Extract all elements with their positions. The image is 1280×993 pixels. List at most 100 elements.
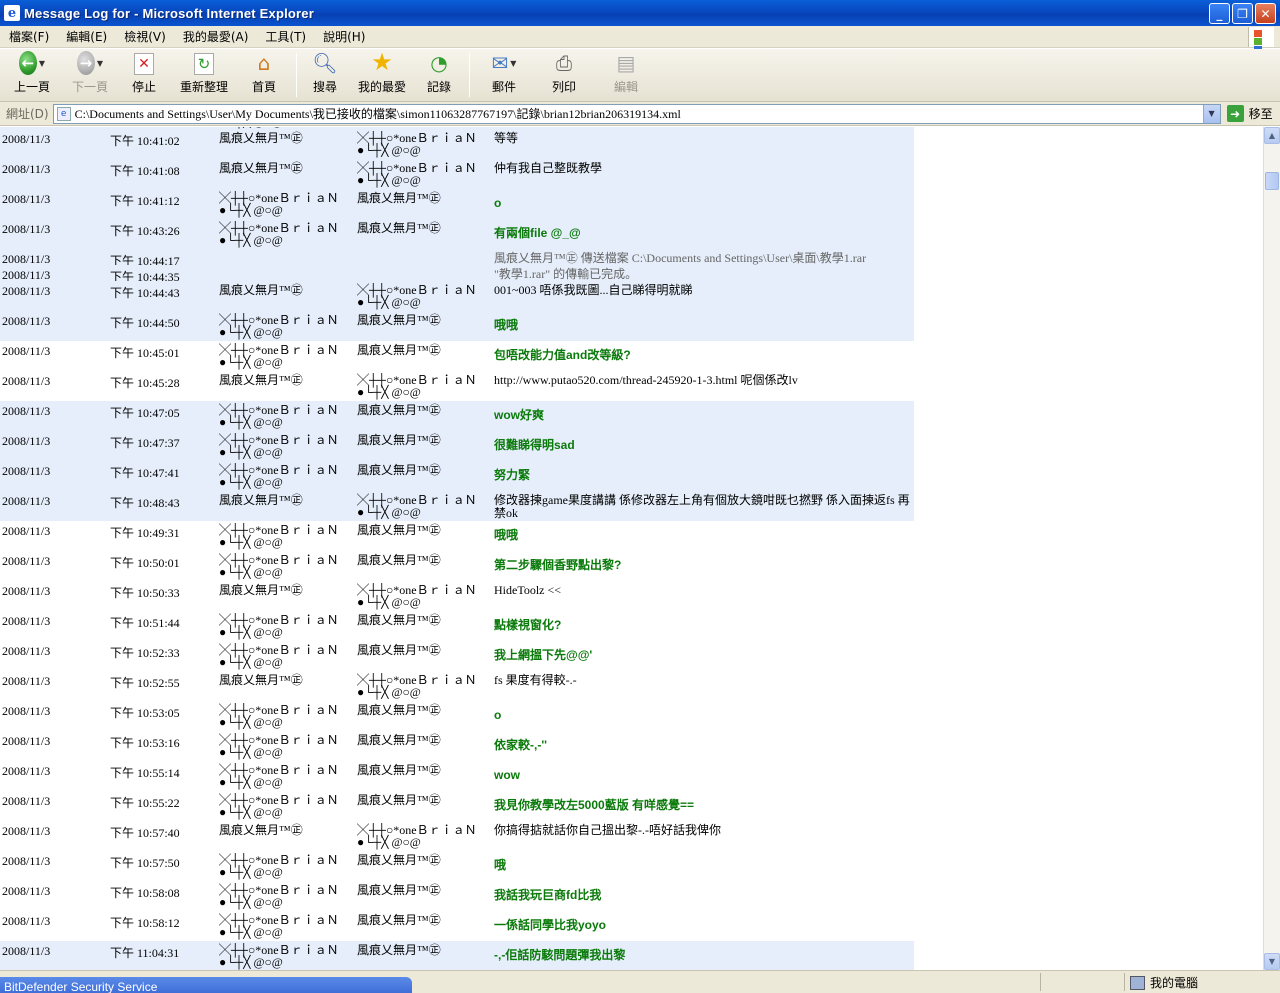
- time-cell: 下午 10:47:41: [110, 466, 180, 480]
- menu-help[interactable]: 說明(H): [314, 28, 373, 45]
- from-cell: 風痕乂無月™㊣: [219, 131, 303, 145]
- menu-favorites[interactable]: 我的最愛(A): [174, 28, 257, 45]
- minimize-button[interactable]: _: [1209, 3, 1230, 24]
- date-cell: 2008/11/3: [2, 132, 51, 146]
- go-button[interactable]: ➜ 移至: [1226, 105, 1273, 122]
- message-cell: o: [494, 708, 502, 722]
- dropdown-arrow-icon[interactable]: ▼: [510, 59, 516, 68]
- table-row: 2008/11/3 下午 10:53:05 ╳┼┼○*oneＢｒｉａＮ ●└┼╳ @○…: [0, 701, 914, 731]
- to-cell: 風痕乂無月™㊣: [357, 853, 441, 867]
- time-cell: 下午 10:45:01: [110, 346, 180, 360]
- scroll-thumb[interactable]: [1265, 172, 1279, 190]
- close-button[interactable]: ✕: [1255, 3, 1276, 24]
- to-cell: 風痕乂無月™㊣: [357, 643, 441, 657]
- edit-button[interactable]: ▤ 編輯: [596, 51, 656, 101]
- address-value[interactable]: C:\Documents and Settings\User\My Docume…: [75, 105, 681, 122]
- to-cell: ╳┼┼○*oneＢｒｉａＮ ●└┼╳ @○@: [357, 284, 477, 308]
- notification-popup[interactable]: BitDefender Security Service: [0, 977, 412, 993]
- message-cell: 哦哦: [494, 528, 519, 542]
- my-computer-icon: [1130, 975, 1145, 990]
- message-cell: wow好爽: [494, 408, 544, 422]
- search-button[interactable]: 🔍︎ 搜尋: [303, 51, 347, 101]
- nick-line2: ●└┼╳ @○@: [357, 835, 421, 849]
- nick-line2: ●└┼╳ @○@: [219, 233, 283, 247]
- from-cell: ╳┼┼○*oneＢｒｉａＮ ●└┼╳ @○@: [219, 222, 339, 246]
- time-cell: 下午 10:50:01: [110, 556, 180, 570]
- message-cell: 001~003 唔係我既圖...自己睇得明就睇: [494, 283, 693, 297]
- message-cell: 我見你教學改左5000藍版 有咩感覺==: [494, 798, 695, 812]
- menu-tools[interactable]: 工具(T): [256, 28, 314, 45]
- from-cell: ╳┼┼○*oneＢｒｉａＮ ●└┼╳ @○@: [219, 314, 339, 338]
- print-button[interactable]: ⎙ 列印: [534, 51, 594, 101]
- time-cell: 下午 10:53:05: [110, 706, 180, 720]
- date-cell: 2008/11/3: [2, 944, 51, 958]
- from-cell: 風痕乂無月™㊣: [219, 161, 303, 175]
- vertical-scrollbar[interactable]: ▲ ▼: [1263, 127, 1280, 970]
- from-cell: 風痕乂無月™㊣: [219, 673, 303, 687]
- message-cell: 修改器揀game果度講講 係修改器左上角有個放大鏡咁既乜撚野 係入面揀返fs 再…: [494, 493, 910, 520]
- table-row: 2008/11/3 下午 10:44:43 風痕乂無月™㊣ ╳┼┼○*oneＢｒｉａＮ…: [0, 281, 914, 311]
- table-row: 2008/11/3 下午 10:43:26 ╳┼┼○*oneＢｒｉａＮ ●└┼╳ @○…: [0, 219, 914, 249]
- table-row: 2008/11/3 下午 10:58:12 ╳┼┼○*oneＢｒｉａＮ ●└┼╳ @○…: [0, 911, 914, 941]
- to-cell: ╳┼┼○*oneＢｒｉａＮ ●└┼╳ @○@: [357, 494, 477, 518]
- date-cell: 2008/11/3: [2, 884, 51, 898]
- dropdown-arrow-icon[interactable]: ▼: [39, 59, 45, 68]
- menu-edit[interactable]: 編輯(E): [57, 28, 115, 45]
- home-button[interactable]: ⌂ 首頁: [240, 51, 288, 101]
- to-cell: ╳┼┼○*oneＢｒｉａＮ ●└┼╳ @○@: [357, 374, 477, 398]
- message-cell: 有兩個file @_@: [494, 226, 581, 240]
- nick-line2: ●└┼╳ @○@: [219, 625, 283, 639]
- time-cell: 下午 10:55:14: [110, 766, 180, 780]
- table-row: 2008/11/3 下午 10:45:28 風痕乂無月™㊣ ╳┼┼○*oneＢｒｉａＮ…: [0, 371, 914, 401]
- maximize-button[interactable]: ❐: [1232, 3, 1253, 24]
- to-cell: 風痕乂無月™㊣: [357, 553, 441, 567]
- table-row: 2008/11/3 下午 10:44:35 "教學1.rar" 的傳輸已完成。: [0, 265, 914, 284]
- menu-file[interactable]: 檔案(F): [0, 28, 57, 45]
- table-row: 2008/11/3 下午 10:45:01 ╳┼┼○*oneＢｒｉａＮ ●└┼╳ @○…: [0, 341, 914, 371]
- back-button[interactable]: ← ▼ 上一頁: [4, 51, 60, 101]
- date-cell: 2008/11/3: [2, 824, 51, 838]
- to-cell: ╳┼┼○*oneＢｒｉａＮ ●└┼╳ @○@: [357, 132, 477, 156]
- date-cell: 2008/11/3: [2, 704, 51, 718]
- date-cell: 2008/11/3: [2, 284, 51, 298]
- nick-line2: ●└┼╳ @○@: [219, 565, 283, 579]
- favorites-label: 我的最愛: [357, 80, 406, 94]
- time-cell: 下午 10:58:08: [110, 886, 180, 900]
- nick-line2: ●└┼╳ @○@: [219, 775, 283, 789]
- scroll-up-icon[interactable]: ▲: [1264, 127, 1280, 144]
- table-row: 2008/11/3 下午 10:55:14 ╳┼┼○*oneＢｒｉａＮ ●└┼╳ @○…: [0, 761, 914, 791]
- scroll-down-icon[interactable]: ▼: [1264, 953, 1280, 970]
- from-cell: ╳┼┼○*oneＢｒｉａＮ ●└┼╳ @○@: [219, 524, 339, 548]
- to-cell: 風痕乂無月™㊣: [357, 883, 441, 897]
- refresh-button[interactable]: ↻ 重新整理: [170, 51, 238, 101]
- from-cell: ╳┼┼○*oneＢｒｉａＮ ●└┼╳ @○@: [219, 434, 339, 458]
- date-cell: 2008/11/3: [2, 734, 51, 748]
- message-cell: o: [494, 196, 502, 210]
- date-cell: 2008/11/3: [2, 494, 51, 508]
- address-input[interactable]: e C:\Documents and Settings\User\My Docu…: [52, 103, 1221, 124]
- dropdown-arrow-icon[interactable]: ▼: [97, 59, 103, 68]
- stop-button[interactable]: ✕ 停止: [120, 51, 168, 101]
- time-cell: 下午 10:57:40: [110, 826, 180, 840]
- to-cell: ╳┼┼○*oneＢｒｉａＮ ●└┼╳ @○@: [357, 584, 477, 608]
- table-row: 2008/11/3 下午 10:52:55 風痕乂無月™㊣ ╳┼┼○*oneＢｒｉａＮ…: [0, 671, 914, 701]
- menu-view[interactable]: 檢視(V): [115, 28, 174, 45]
- address-dropdown-icon[interactable]: ▼: [1202, 104, 1220, 123]
- mail-button[interactable]: ✉ ▼ 郵件: [476, 51, 532, 101]
- nick-line2: ●└┼╳ @○@: [357, 385, 421, 399]
- nick-line2: ●└┼╳ @○@: [219, 325, 283, 339]
- to-cell: 風痕乂無月™㊣: [357, 191, 441, 205]
- nick-line2: ●└┼╳ @○@: [219, 805, 283, 819]
- time-cell: 下午 10:50:33: [110, 586, 180, 600]
- forward-button[interactable]: → ▼ 下一頁: [62, 51, 118, 101]
- table-row: 2008/11/3 下午 10:51:44 ╳┼┼○*oneＢｒｉａＮ ●└┼╳ @○…: [0, 611, 914, 641]
- history-label: 記錄: [426, 80, 451, 94]
- from-cell: 風痕乂無月™㊣: [219, 823, 303, 837]
- time-cell: 下午 10:41:08: [110, 164, 180, 178]
- nick-line2: ●└┼╳ @○@: [357, 595, 421, 609]
- time-cell: 下午 10:53:16: [110, 736, 180, 750]
- favorites-button[interactable]: ★ 我的最愛: [349, 48, 415, 101]
- history-button[interactable]: ◔ 記錄: [417, 51, 461, 101]
- time-cell: 下午 10:49:31: [110, 526, 180, 540]
- from-cell: ╳┼┼○*oneＢｒｉａＮ ●└┼╳ @○@: [219, 704, 339, 728]
